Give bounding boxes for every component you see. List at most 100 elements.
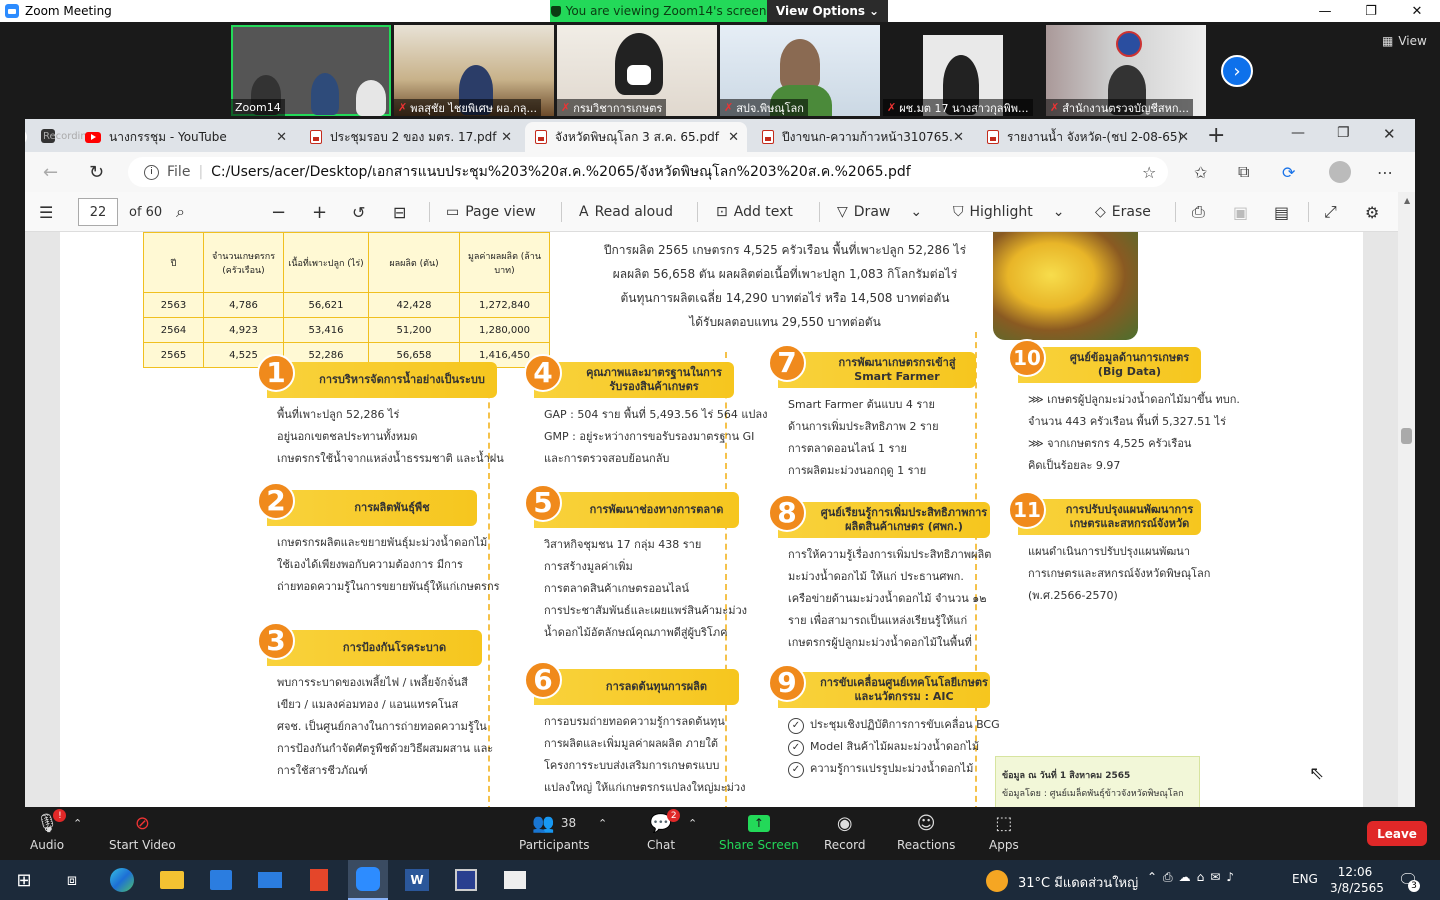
participants-options-chevron-icon[interactable]: ⌃ [598,817,607,830]
office-icon[interactable] [310,869,328,891]
vertical-scrollbar[interactable]: ▲ [1398,192,1415,807]
search-icon[interactable]: ⌕ [176,192,185,232]
sync-icon[interactable]: ⟳ [1282,163,1295,182]
participant-tile[interactable]: ✗ ผช.มต 17 นางสาวกุลพิพ... [883,25,1043,116]
chat-button[interactable]: 💬 2 Chat [647,809,681,852]
notification-icon[interactable]: 🗨 3 [1398,870,1420,892]
task-view-icon[interactable]: ⧈ [58,866,86,894]
participant-tile[interactable]: ✗ สปจ.พิษณุโลก [720,25,880,116]
record-button[interactable]: ◉ Record [824,812,865,853]
participant-tile[interactable]: Zoom14 [231,25,391,116]
refresh-icon[interactable]: ↻ [89,162,104,183]
browser-close-button[interactable]: ✕ [1383,125,1396,143]
pdf-icon [762,130,774,144]
add-text-button[interactable]: ⊡ Add text [716,192,793,232]
participants-icon: 👥 38 [532,812,577,834]
start-video-button[interactable]: ⊘ Start Video [109,812,176,853]
mic-muted-icon: ✗ [398,101,408,114]
rotate-icon[interactable]: ↺ [352,192,365,232]
scrollbar-thumb[interactable] [1401,428,1412,444]
contents-icon[interactable]: ☰ [39,192,53,232]
next-page-button[interactable]: › [1221,55,1253,87]
mouse-cursor-icon: ⇖ [1309,763,1325,784]
edge-browser-icon[interactable] [110,868,134,892]
participant-tile[interactable]: ✗ กรมวิชาการเกษตร [557,25,717,116]
chevron-down-icon: ⌄ [910,204,923,220]
section-title: การบริหารจัดการน้ำอย่างเป็นระบบ [319,373,485,386]
close-tab-icon[interactable]: ✕ [728,130,739,145]
language-indicator[interactable]: ENG [1292,872,1318,886]
audio-options-chevron-icon[interactable]: ⌃ [73,817,82,830]
leave-button[interactable]: Leave [1367,821,1427,846]
word-icon[interactable]: W [405,869,429,891]
system-tray-icons[interactable]: ⌃⎙☁⌂✉♪ [1147,870,1240,885]
floppy-app-icon[interactable] [455,869,477,891]
gallery-view-button[interactable]: ▦ View [1382,34,1427,48]
page-view-button[interactable]: ▭ Page view [446,192,536,232]
print-icon[interactable]: ⎙ [1192,192,1205,232]
save-icon[interactable]: ▣ [1233,192,1248,232]
save-as-icon[interactable]: ▤ [1274,192,1289,232]
participant-tile[interactable]: ✗ สำนักงานตรวจบัญชีสหก... [1046,25,1206,116]
page-number-input[interactable]: 22 [78,198,118,226]
audio-button[interactable]: 🎙! Audio [30,809,67,852]
participant-tile[interactable]: ✗ พลสุชัย ไชยพิเศษ ผอ.กลุ... [394,25,554,116]
browser-tab[interactable]: ประชุมรอบ 2 ของ มตร. 17.pdf ✕ [300,122,520,152]
section-line: GMP : อยู่ระหว่างการขอรับรองมาตรฐาน GI [544,430,755,443]
section-line: การเกษตรและสหกรณ์จังหวัดพิษณุโลก [1028,567,1211,580]
chat-options-chevron-icon[interactable]: ⌃ [688,817,697,830]
check-circle-icon: ✓ [788,740,804,756]
url-field[interactable]: i File | C:/Users/acer/Desktop/เอกสารแนบ… [128,157,1168,187]
close-tab-icon[interactable]: ✕ [1178,130,1189,145]
settings-gear-icon[interactable]: ⚙ [1365,192,1379,232]
pdf-page: ปี จำนวนเกษตรกร (ครัวเรือน) เนื้อที่เพาะ… [60,232,1363,807]
close-button[interactable]: ✕ [1394,0,1440,22]
minimize-button[interactable]: — [1302,0,1348,22]
browser-minimize-button[interactable]: — [1291,125,1305,141]
participants-button[interactable]: 👥 38 Participants [519,812,590,853]
check-circle-icon: ✓ [788,762,804,778]
collections-icon[interactable]: ⧉ [1238,162,1249,182]
browser-tab[interactable]: นางกรรชุม - YouTube ✕ [75,122,295,152]
browser-tab[interactable]: รายงานน้ำ จังหวัด-(ชป 2-08-65) ✕ [977,122,1197,152]
close-tab-icon[interactable]: ✕ [276,130,287,145]
favorites-icon[interactable]: ✩ [1194,163,1207,182]
view-options-button[interactable]: View Options ⌄ [767,0,888,22]
close-tab-icon[interactable]: ✕ [953,130,964,145]
pdf-toolbar: ☰ 22 of 60 ⌕ − + ↺ ⊟ ▭ Page view A Read al… [25,192,1415,232]
erase-button[interactable]: ◇ Erase [1095,192,1151,232]
file-explorer-icon[interactable] [160,871,184,889]
apps-button[interactable]: ⬚ Apps [989,812,1019,853]
highlight-button[interactable]: ⛉ Highlight ⌄ [953,192,1064,232]
zoom-in-icon[interactable]: + [312,192,327,232]
reactions-button[interactable]: ☺ Reactions [897,812,955,853]
restore-button[interactable]: ❐ [1348,0,1394,22]
section-heading: 11 การปรับปรุงแผนพัฒนาการเกษตรและสหกรณ์จั… [1008,491,1201,535]
video-off-icon: ⊘ [134,812,150,834]
windows-start-icon[interactable]: ⊞ [10,866,38,894]
zoom-app-icon[interactable] [356,867,380,891]
browser-restore-button[interactable]: ❐ [1337,125,1350,141]
section-line: GAP : 504 ราย พื้นที่ 5,493.56 ไร่ 564 แ… [544,408,768,421]
read-aloud-button[interactable]: A Read aloud [579,192,673,232]
weather-text[interactable]: 31°C มีแดดส่วนใหญ่ [1018,872,1138,893]
mail-icon[interactable] [258,872,282,888]
share-screen-button[interactable]: ↑ Share Screen [719,812,799,852]
browser-tab-active[interactable]: จังหวัดพิษณุโลก 3 ส.ค. 65.pdf ✕ [525,122,747,152]
browser-tab[interactable]: ปีงาขนก-ความก้าวหน้า310765. ✕ [752,122,972,152]
back-icon[interactable]: ← [43,162,58,183]
store-icon[interactable] [210,870,232,890]
fit-page-icon[interactable]: ⊟ [393,192,406,232]
clock[interactable]: 12:06 3/8/2565 [1330,864,1384,896]
notes-app-icon[interactable] [504,871,526,889]
zoom-out-icon[interactable]: − [271,192,286,232]
add-favorite-icon[interactable]: ☆ [1142,163,1156,182]
profile-avatar[interactable] [1329,161,1351,183]
smiley-icon: ☺ [916,812,936,834]
more-icon[interactable]: ⋯ [1377,163,1393,182]
close-tab-icon[interactable]: ✕ [501,130,512,145]
draw-button[interactable]: ▽ Draw ⌄ [837,192,922,232]
pdf-viewport[interactable]: ปี จำนวนเกษตรกร (ครัวเรือน) เนื้อที่เพาะ… [25,232,1415,807]
new-tab-button[interactable]: + [1207,123,1225,148]
fullscreen-icon[interactable]: ⤢ [1324,192,1337,232]
